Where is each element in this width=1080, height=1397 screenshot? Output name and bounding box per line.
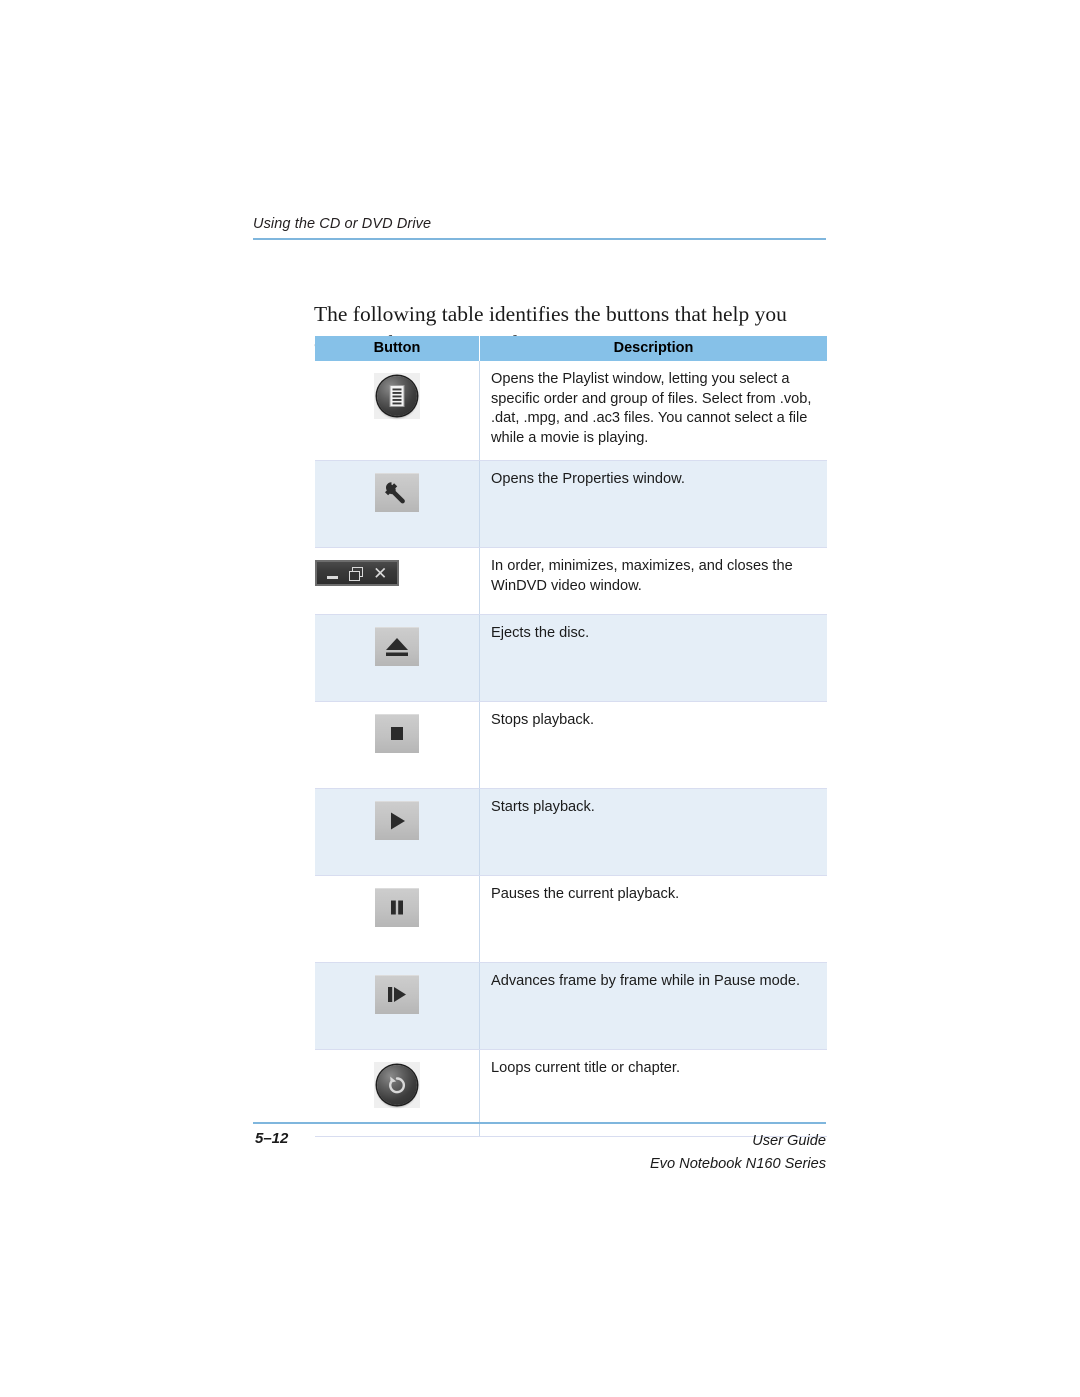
table-row: ✕ In order, minimizes, maximizes, and cl… (315, 547, 827, 615)
button-cell (315, 788, 480, 876)
button-cell (315, 962, 480, 1050)
footer-identifier: User Guide Evo Notebook N160 Series (650, 1130, 826, 1176)
button-cell (315, 875, 480, 963)
table-row: Starts playback. (315, 788, 827, 876)
table-header-row: Button Description (315, 336, 827, 361)
table-row: Opens the Playlist window, letting you s… (315, 361, 827, 461)
frame-advance-icon (375, 975, 419, 1014)
play-icon (375, 801, 419, 840)
description-cell: Stops playback. (479, 701, 827, 789)
column-header-button: Button (315, 336, 480, 361)
wrench-properties-icon (375, 473, 419, 512)
table-row: Advances frame by frame while in Pause m… (315, 962, 827, 1050)
document-page: Using the CD or DVD Drive The following … (0, 0, 1080, 1397)
page-number: 5–12 (255, 1130, 289, 1147)
table-row: Pauses the current playback. (315, 875, 827, 963)
column-header-description: Description (479, 336, 827, 361)
description-cell: Opens the Properties window. (479, 460, 827, 548)
running-head: Using the CD or DVD Drive (253, 216, 826, 232)
guide-title: User Guide (752, 1133, 826, 1149)
running-head-text: Using the CD or DVD Drive (253, 216, 432, 232)
description-cell: Ejects the disc. (479, 614, 827, 702)
button-cell: ✕ (315, 547, 480, 615)
table-row: Opens the Properties window. (315, 460, 827, 548)
description-cell: Starts playback. (479, 788, 827, 876)
stop-icon (375, 714, 419, 753)
button-reference-table: Button Description Opens the Playlist wi… (315, 336, 827, 1137)
maximize-icon (348, 566, 363, 581)
table-head: Button Description (315, 336, 827, 361)
eject-icon (375, 627, 419, 666)
description-cell: Opens the Playlist window, letting you s… (479, 361, 827, 461)
close-icon: ✕ (373, 563, 388, 583)
button-cell (315, 361, 480, 461)
description-cell: Advances frame by frame while in Pause m… (479, 962, 827, 1050)
pause-icon (375, 888, 419, 927)
loop-icon (374, 1062, 420, 1108)
header-rule (253, 238, 826, 240)
description-cell: Pauses the current playback. (479, 875, 827, 963)
product-name: Evo Notebook N160 Series (649, 1156, 826, 1172)
window-controls-icon: ✕ (315, 560, 399, 586)
footer-rule (253, 1122, 826, 1124)
table-row: Ejects the disc. (315, 614, 827, 702)
button-cell (315, 614, 480, 702)
description-cell: In order, minimizes, maximizes, and clos… (479, 547, 827, 615)
minimize-icon (326, 575, 338, 579)
playlist-icon (374, 373, 420, 419)
button-cell (315, 460, 480, 548)
button-cell (315, 701, 480, 789)
table-body: Opens the Playlist window, letting you s… (315, 361, 827, 1137)
table-row: Stops playback. (315, 701, 827, 789)
